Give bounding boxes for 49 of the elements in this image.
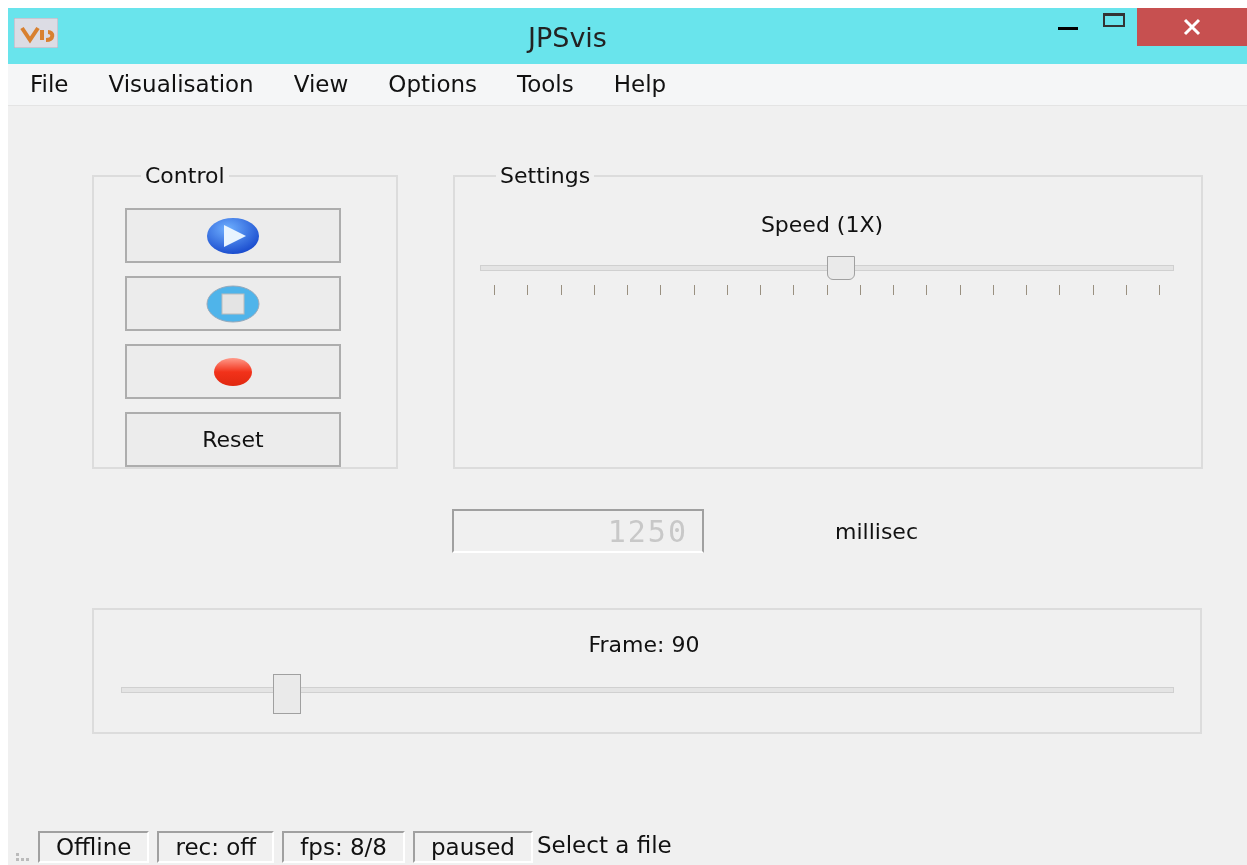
menu-item[interactable]: Help	[613, 67, 667, 102]
unit-label: millisec	[835, 517, 918, 546]
tick-mark	[560, 285, 562, 295]
tick-mark	[627, 285, 628, 295]
status-field: rec: off	[157, 831, 275, 863]
tick-mark	[693, 285, 695, 295]
tick-mark	[1059, 285, 1061, 295]
group-title: Control	[144, 162, 226, 190]
status-field: Offline	[38, 831, 150, 863]
menu-item[interactable]: File	[30, 67, 69, 102]
stop-icon	[206, 284, 260, 323]
menu-item[interactable]: Tools	[517, 67, 574, 102]
tick-mark	[1125, 285, 1127, 295]
play-button[interactable]	[125, 208, 341, 263]
tick-mark	[959, 285, 961, 295]
menu-item[interactable]: View	[293, 67, 349, 102]
slider-thumb[interactable]	[826, 256, 855, 280]
tick-mark	[660, 285, 662, 295]
stop-button[interactable]	[125, 276, 341, 331]
speed-label: Speed (1X)	[760, 211, 884, 239]
tick-mark	[593, 285, 595, 295]
group-title: Settings	[499, 162, 592, 190]
tick-mark	[760, 285, 761, 295]
status-message: Select a file	[537, 831, 672, 860]
record-icon	[213, 356, 253, 387]
tick-mark	[494, 285, 495, 295]
tick-mark	[826, 285, 828, 295]
status-field: fps: 8/8	[282, 831, 405, 863]
close-icon	[1183, 18, 1201, 36]
record-button[interactable]	[125, 344, 341, 399]
frame-label: Frame: 90	[588, 631, 700, 659]
tick-mark	[859, 285, 861, 295]
tick-mark	[793, 285, 795, 295]
tick-mark	[992, 285, 994, 295]
window-title: JPSvis	[528, 21, 607, 55]
tick-mark	[1026, 285, 1027, 295]
tick-mark	[926, 285, 928, 295]
slider-thumb[interactable]	[272, 674, 301, 714]
menu-item[interactable]: Visualisation	[108, 67, 254, 102]
tick-mark	[893, 285, 894, 295]
tick-mark	[1159, 285, 1160, 295]
menu-item[interactable]: Options	[388, 67, 478, 102]
reset-button[interactable]: Reset	[125, 412, 341, 467]
tick-mark	[527, 285, 529, 295]
tick-mark	[726, 285, 728, 295]
play-icon	[206, 216, 260, 255]
app-logo-icon	[14, 18, 58, 48]
status-field: paused	[412, 831, 533, 863]
tick-mark	[1092, 285, 1094, 295]
